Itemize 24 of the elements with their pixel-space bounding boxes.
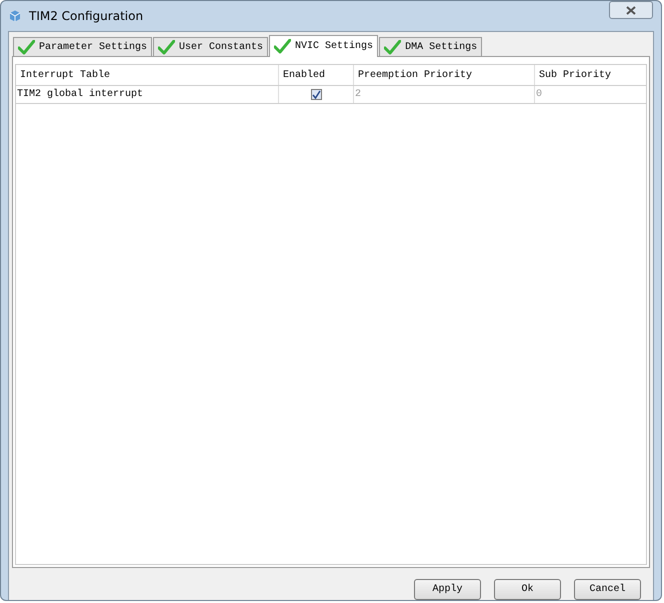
dialog-button[interactable]: Apply bbox=[414, 579, 481, 600]
window-title: TIM2 Configuration bbox=[29, 9, 144, 23]
column-header: Interrupt Table bbox=[16, 65, 279, 85]
checkmark-icon bbox=[274, 39, 292, 54]
tab[interactable]: User Constants bbox=[153, 37, 268, 56]
checkmark-icon bbox=[158, 40, 176, 54]
column-header: Preemption Priority bbox=[354, 65, 535, 85]
column-header: Enabled bbox=[279, 65, 354, 85]
tab[interactable]: Parameter Settings bbox=[13, 37, 152, 56]
table-cell-text: 0 bbox=[535, 88, 544, 102]
cube-icon bbox=[9, 10, 21, 22]
tab[interactable]: NVIC Settings bbox=[269, 35, 378, 57]
checkmark-icon bbox=[18, 40, 35, 54]
dialog-button[interactable]: Ok bbox=[494, 579, 561, 600]
tab[interactable]: DMA Settings bbox=[379, 37, 482, 56]
checkbox[interactable] bbox=[310, 89, 322, 100]
close-button[interactable] bbox=[609, 1, 653, 19]
checkmark-icon bbox=[384, 40, 402, 54]
dialog-button[interactable]: Cancel bbox=[574, 579, 641, 600]
tick-icon bbox=[312, 90, 320, 99]
close-icon bbox=[626, 6, 636, 14]
column-header: Sub Priority bbox=[538, 68, 612, 82]
table-cell: 2 bbox=[354, 86, 535, 103]
table-cell: TIM2 global interrupt bbox=[16, 86, 279, 103]
